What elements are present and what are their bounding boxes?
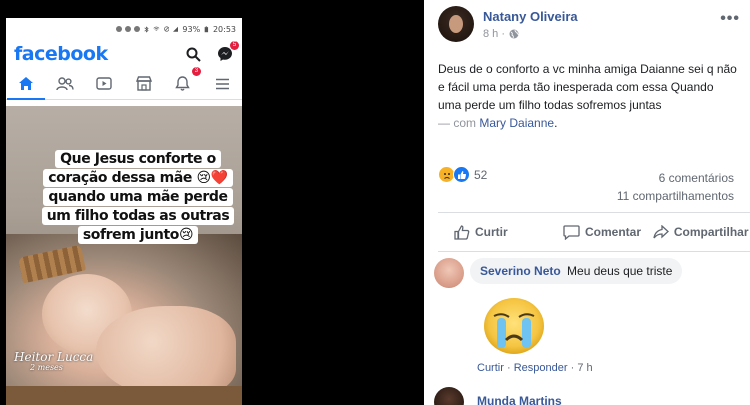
baby-photo: Heitor Lucca 2 meses Que Jesus conforte …: [6, 106, 242, 405]
do-not-disturb-icon: [163, 26, 169, 32]
reactions-summary[interactable]: 52: [438, 166, 487, 183]
messenger-icon: 5: [216, 41, 239, 63]
share-label: Compartilhar: [673, 225, 749, 239]
post-panel: Natany Oliveira 8 h · ••• Deus de o conf…: [424, 0, 750, 405]
post-text: Deus de o conforto a vc minha amiga Daia…: [438, 62, 737, 112]
globe-icon: [509, 29, 519, 39]
crying-face-sticker-icon: [484, 298, 544, 354]
post-text-end: .: [554, 116, 558, 130]
author-name-link[interactable]: Natany Oliveira: [483, 9, 578, 24]
separator: ·: [506, 362, 511, 374]
comment-icon: [563, 224, 580, 240]
engagement-counts: 6 comentários 11 compartilhamentos: [617, 169, 734, 205]
caption-line: um filho todas as outras: [41, 207, 235, 225]
comment-text: Meu deus que triste: [567, 264, 673, 278]
like-reaction-icon: [453, 166, 470, 183]
phone-screenshot-image: 93% 20:53 facebook 5 3 Heitor Lucca 2 me…: [6, 18, 242, 405]
battery-level: 93%: [182, 24, 201, 34]
post-time-link[interactable]: 8 h ·: [483, 28, 505, 40]
comment-item: Munda Martins: [434, 385, 744, 405]
separator: ·: [570, 362, 575, 374]
post-body: Deus de o conforto a vc minha amiga Daia…: [438, 60, 738, 132]
more-icon[interactable]: •••: [720, 10, 740, 28]
search-icon: [184, 45, 202, 63]
fb-tab-bar: 3: [6, 66, 242, 100]
post-header: Natany Oliveira 8 h · •••: [438, 6, 740, 42]
share-icon: [653, 225, 669, 239]
caption-line: coração dessa mãe 😢❤️: [43, 169, 233, 187]
author-avatar[interactable]: [438, 6, 474, 42]
shares-count-link[interactable]: 11 compartilhamentos: [617, 187, 734, 205]
battery-icon: [204, 25, 209, 32]
fb-app-header: facebook 5: [6, 40, 242, 68]
caption-line: quando uma mãe perde: [43, 188, 233, 206]
facebook-logo: facebook: [14, 43, 108, 65]
post-actions: Curtir Comentar Compartilhar: [438, 212, 750, 252]
tagged-user-link[interactable]: Mary Daianne: [479, 116, 554, 130]
signal-icon: [172, 26, 179, 32]
photo-signature: Heitor Lucca 2 meses: [14, 350, 94, 373]
caption-line: sofrem junto😢: [77, 226, 199, 244]
comments-count-link[interactable]: 6 comentários: [617, 169, 734, 187]
comment-time[interactable]: 7 h: [577, 362, 592, 374]
marketplace-icon: [131, 71, 157, 97]
baby-body: [96, 306, 236, 396]
comment-like-link[interactable]: Curtir: [477, 362, 504, 374]
reaction-count: 52: [474, 167, 488, 182]
commenter-name-link[interactable]: Severino Neto: [480, 264, 561, 278]
post-meta: 8 h ·: [483, 28, 519, 40]
tag-prefix: — com: [438, 116, 477, 130]
thumbs-up-icon: [454, 224, 470, 240]
status-bar: 93% 20:53: [6, 18, 242, 40]
like-button[interactable]: Curtir: [438, 224, 553, 240]
messenger-badge: 5: [230, 41, 239, 50]
commenter-avatar[interactable]: [434, 258, 464, 288]
like-label: Curtir: [475, 225, 508, 239]
home-icon: [6, 71, 45, 100]
notifications-badge: 3: [191, 66, 201, 76]
bell-icon: 3: [170, 66, 201, 97]
bluetooth-icon: [144, 25, 149, 33]
comment-button[interactable]: Comentar: [553, 224, 652, 240]
wooden-frame: [6, 386, 242, 405]
video-icon: [91, 71, 117, 97]
comment-label: Comentar: [585, 225, 642, 239]
commenter-avatar[interactable]: [434, 387, 464, 405]
comment-actions: Curtir · Responder · 7 h: [477, 362, 593, 374]
caption-line: Que Jesus conforte o: [55, 150, 221, 168]
friends-icon: [52, 71, 78, 97]
share-button[interactable]: Compartilhar: [651, 225, 750, 239]
comment-bubble: Severino Neto Meu deus que triste: [470, 258, 683, 284]
comment-reply-link[interactable]: Responder: [514, 362, 568, 374]
notification-dots-icon: [12, 26, 140, 32]
image-caption: Que Jesus conforte o coração dessa mãe 😢…: [40, 150, 236, 244]
menu-icon: [209, 71, 235, 97]
clock: 20:53: [212, 24, 236, 34]
wifi-icon: [153, 26, 160, 31]
commenter-name-link[interactable]: Munda Martins: [477, 394, 562, 405]
screen: 93% 20:53 facebook 5 3 Heitor Lucca 2 me…: [0, 0, 750, 405]
